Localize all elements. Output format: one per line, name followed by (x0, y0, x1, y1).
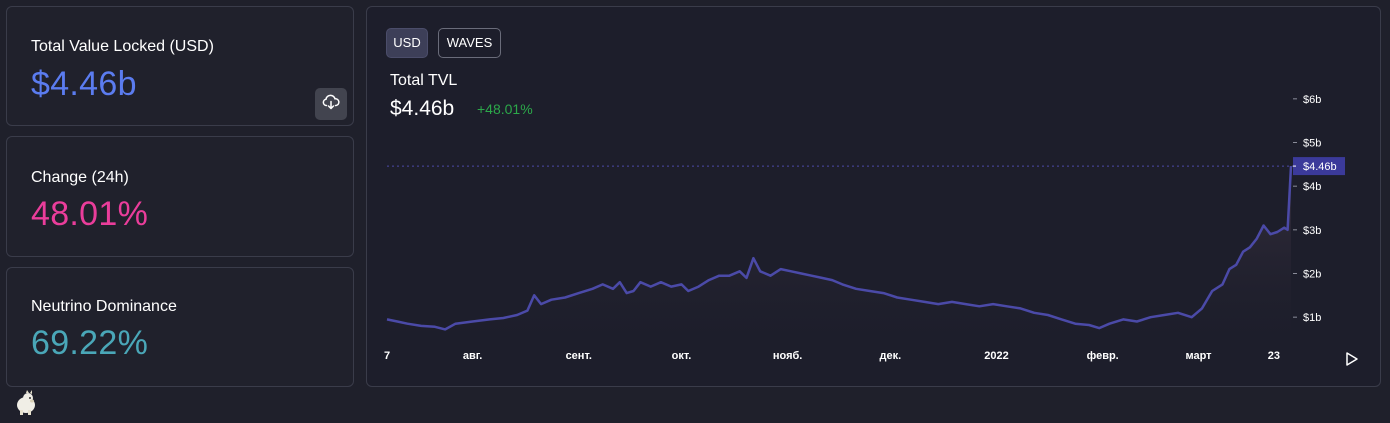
x-tick-label: окт. (672, 350, 692, 362)
x-tick-label: 2022 (984, 350, 1008, 362)
cloud-download-icon (322, 94, 340, 115)
tvl-label: Total Value Locked (USD) (31, 38, 214, 55)
change-value: 48.01% (31, 195, 149, 233)
tvl-value: $4.46b (31, 65, 137, 103)
x-tick-label: сент. (566, 350, 592, 362)
play-icon[interactable] (1346, 352, 1358, 366)
x-tick-label: дек. (880, 350, 902, 362)
tvl-card: Total Value Locked (USD) $4.46b (6, 6, 354, 126)
y-tick-label: $1b (1303, 312, 1321, 324)
change-card: Change (24h) 48.01% (6, 136, 354, 257)
y-tick-label: $3b (1303, 225, 1321, 237)
x-tick-label: февр. (1087, 350, 1119, 362)
current-value-label: $4.46b (1303, 161, 1337, 173)
x-tick-label: нояб. (773, 350, 803, 362)
x-tick-label: март (1186, 350, 1213, 362)
llama-icon (14, 390, 40, 421)
dominance-label: Neutrino Dominance (31, 298, 177, 315)
dominance-value: 69.22% (31, 324, 149, 362)
x-tick-label: 7 (384, 350, 390, 362)
download-button[interactable] (315, 88, 347, 120)
x-tick-label: 23 (1268, 350, 1280, 362)
y-tick-label: $4b (1303, 181, 1321, 193)
y-tick-label: $2b (1303, 269, 1321, 281)
y-tick-label: $5b (1303, 138, 1321, 150)
dominance-card: Neutrino Dominance 69.22% (6, 267, 354, 387)
y-tick-label: $6b (1303, 94, 1321, 106)
tvl-chart-panel: USD WAVES Total TVL $4.46b +48.01% $4.46… (366, 6, 1381, 387)
change-label: Change (24h) (31, 169, 129, 186)
x-tick-label: авг. (463, 350, 482, 362)
tvl-area-chart[interactable]: $4.46b $1b $2b $3b $4b $5b $6b 7 авг. сент. окт. но… (367, 7, 1380, 386)
